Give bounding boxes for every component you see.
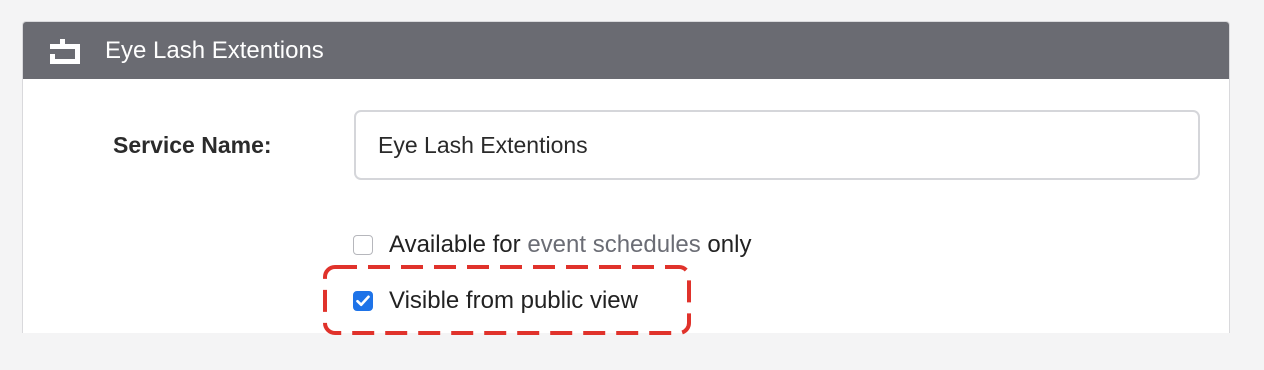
checkmark-icon	[356, 295, 370, 307]
public-view-checkbox[interactable]	[353, 291, 373, 311]
event-schedules-link[interactable]: event schedules	[527, 231, 700, 258]
panel-header: Eye Lash Extentions	[23, 22, 1229, 79]
public-view-label: Visible from public view	[389, 287, 638, 314]
event-schedules-only-option[interactable]: Available for event schedules only	[353, 230, 751, 260]
service-name-input[interactable]	[354, 110, 1200, 180]
event-schedules-only-checkbox[interactable]	[353, 235, 373, 255]
event-schedules-only-label: Available for event schedules only	[389, 231, 752, 258]
service-name-label: Service Name:	[113, 132, 272, 158]
panel-title: Eye Lash Extentions	[105, 37, 324, 64]
public-view-option[interactable]: Visible from public view	[353, 286, 638, 316]
service-block-icon	[50, 39, 80, 64]
service-panel: Eye Lash Extentions Service Name: Availa…	[22, 21, 1230, 333]
